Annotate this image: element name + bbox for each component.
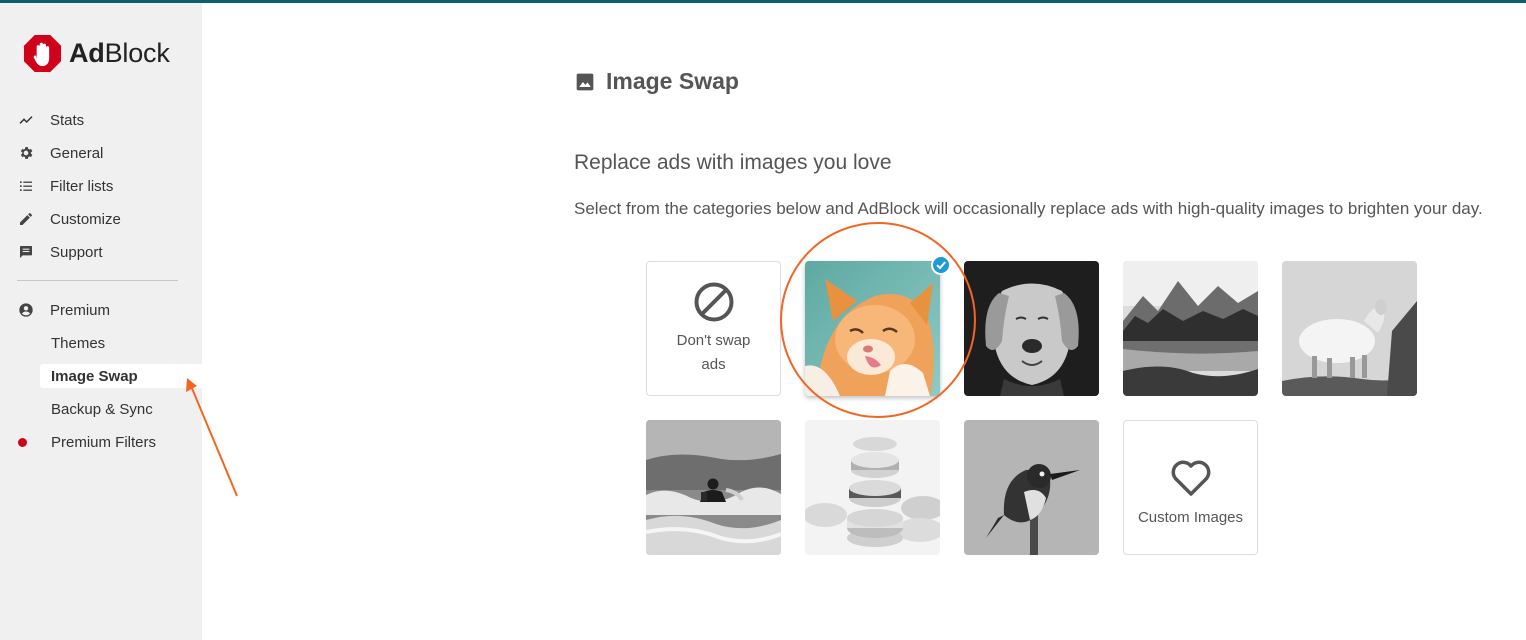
nav-item-support[interactable]: Support [17,240,103,264]
tile-birds[interactable] [964,420,1099,555]
nav-sub-themes[interactable]: Themes [51,332,105,354]
page-title: Image Swap [575,68,739,95]
sheep-photo [1282,261,1417,396]
tile-custom-images-label: Custom Images [1137,508,1244,526]
page-title-text: Image Swap [606,68,739,94]
tile-cats[interactable] [805,261,940,396]
list-icon [17,177,35,195]
nav-divider [17,280,178,281]
heart-outline-icon [1171,460,1210,496]
tile-ocean[interactable] [646,420,781,555]
brand-name: AdBlock [69,38,170,68]
nav-item-filter-lists[interactable]: Filter lists [17,174,113,198]
nav-sub-premium-filters[interactable]: Premium Filters [51,431,156,453]
macarons-photo [805,420,940,555]
tile-custom-images[interactable]: Custom Images [1123,420,1258,555]
pencil-icon [17,210,35,228]
account-circle-icon [17,301,35,319]
stop-hand-icon [23,34,62,73]
tile-dont-swap-label: Don't swap ads [676,331,751,373]
tile-landscapes[interactable] [1123,261,1258,396]
nav-label-filter-lists: Filter lists [50,177,114,195]
chat-icon [17,243,35,261]
tile-food[interactable] [805,420,940,555]
cat-photo [805,261,940,396]
nav-item-customize[interactable]: Customize [17,207,121,231]
sidebar: AdBlock Stats General Filter lists Custo… [0,3,202,640]
nav-label-customize: Customize [50,210,121,228]
premium-filters-badge [18,438,27,447]
nav-sub-backup-sync[interactable]: Backup & Sync [51,398,153,420]
nav-label-premium: Premium [50,301,111,319]
page-subtitle: Replace ads with images you love [574,151,892,174]
tile-dont-swap[interactable]: Don't swap ads [646,261,781,396]
nav-label-support: Support [50,243,103,261]
tile-dogs[interactable] [964,261,1099,396]
kingfisher-photo [964,420,1099,555]
nav-item-general[interactable]: General [17,141,103,165]
dog-photo [964,261,1099,396]
image-icon [576,73,594,90]
adblock-logo: AdBlock [23,34,170,73]
page-description: Select from the categories below and AdB… [574,199,1483,218]
nav-label-general: General [50,144,104,162]
tile-animals[interactable] [1282,261,1417,396]
nav-item-stats[interactable]: Stats [17,108,84,132]
gear-icon [17,144,35,162]
check-circle-icon [931,255,951,275]
top-accent-bar [0,0,1526,3]
nav-sub-image-swap[interactable]: Image Swap [51,365,138,387]
nav-item-premium[interactable]: Premium [17,298,110,322]
nav-label-stats: Stats [50,111,85,129]
surfer-photo [646,420,781,555]
landscape-photo [1123,261,1258,396]
prohibited-icon [694,282,733,321]
trend-line-icon [17,111,35,129]
